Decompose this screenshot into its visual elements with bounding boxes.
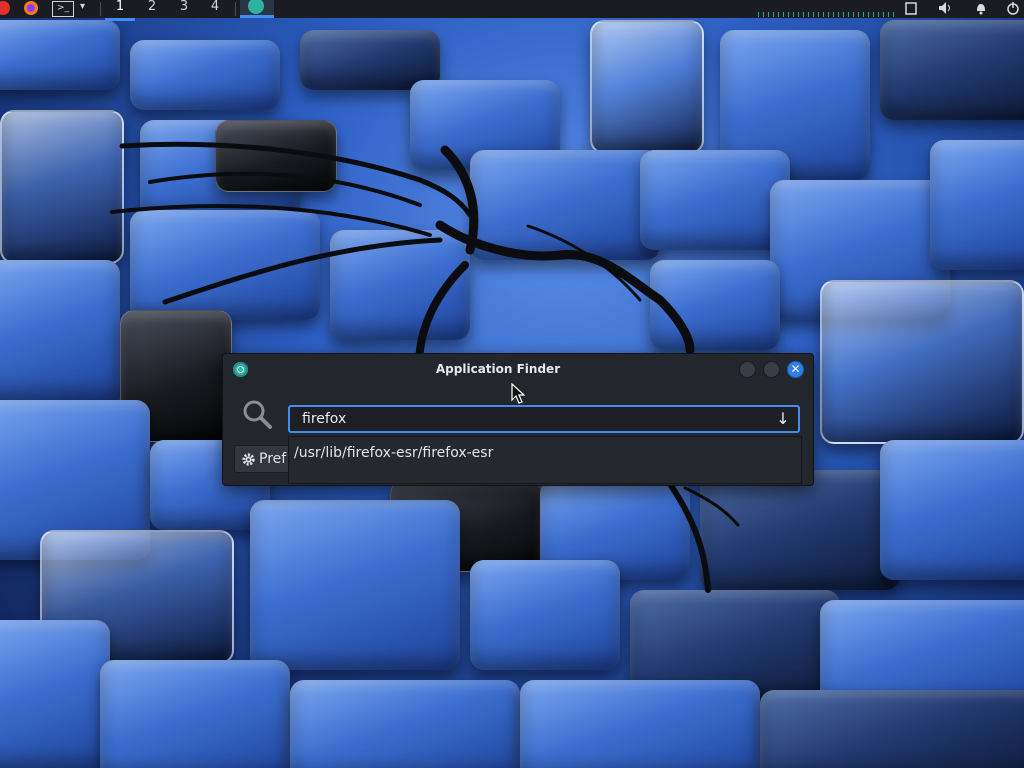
application-finder-window: Application Finder ✕ firefox ↓ Pref /usr… xyxy=(222,353,814,486)
panel-separator xyxy=(235,2,236,16)
cpu-graph xyxy=(758,12,894,17)
volume-icon[interactable] xyxy=(938,1,952,15)
top-panel: >_ ▾ 1 2 3 4 xyxy=(0,0,1024,21)
terminal-launcher[interactable]: >_ xyxy=(52,0,74,18)
notifications-icon[interactable] xyxy=(974,1,988,15)
mouse-cursor-icon xyxy=(511,383,525,404)
firefox-launcher-icon[interactable] xyxy=(24,1,38,15)
search-input[interactable]: firefox ↓ xyxy=(288,405,800,433)
minimize-button[interactable] xyxy=(739,361,756,378)
preferences-button-label: Pref xyxy=(259,451,287,467)
search-icon xyxy=(243,400,272,429)
clipboard-icon[interactable] xyxy=(904,1,918,15)
gear-icon xyxy=(242,453,255,466)
workspace-1[interactable]: 1 xyxy=(105,0,135,21)
workspace-4[interactable]: 4 xyxy=(200,0,230,18)
autocomplete-item[interactable]: /usr/lib/firefox-esr/firefox-esr xyxy=(294,445,493,461)
close-icon: ✕ xyxy=(790,362,801,376)
autocomplete-dropdown: /usr/lib/firefox-esr/firefox-esr xyxy=(288,436,802,484)
arrow-down-icon[interactable]: ↓ xyxy=(774,409,792,429)
application-finder-icon xyxy=(248,0,264,14)
kali-menu-icon[interactable] xyxy=(0,1,10,15)
window-title: Application Finder xyxy=(435,362,561,376)
power-icon[interactable] xyxy=(1006,1,1020,15)
search-input-value: firefox xyxy=(302,411,347,427)
workspace-3[interactable]: 3 xyxy=(169,0,199,18)
taskbar-application-finder[interactable] xyxy=(240,0,274,18)
close-button[interactable]: ✕ xyxy=(787,361,804,378)
terminal-icon: >_ xyxy=(52,1,74,17)
panel-separator xyxy=(100,2,101,16)
chevron-down-icon[interactable]: ▾ xyxy=(80,0,92,18)
maximize-button[interactable] xyxy=(763,361,780,378)
workspace-2[interactable]: 2 xyxy=(137,0,167,18)
window-titlebar[interactable]: Application Finder ✕ xyxy=(223,354,813,384)
